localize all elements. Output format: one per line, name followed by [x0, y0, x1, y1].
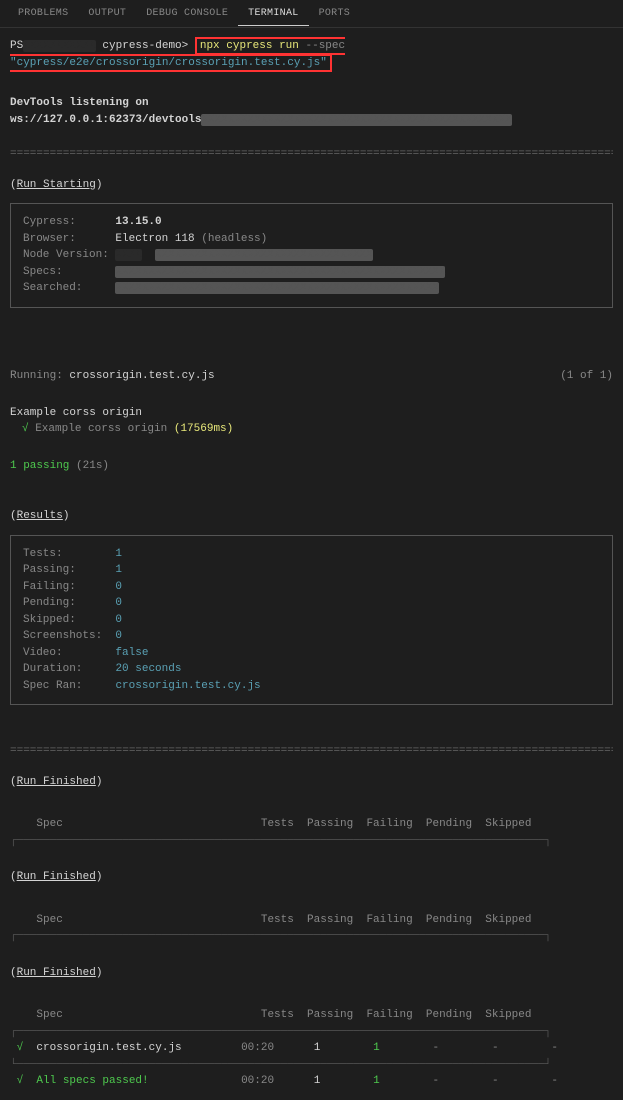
cmd-flag: --spec — [299, 40, 345, 52]
all-time: 00:20 — [241, 1075, 274, 1087]
spec-skipped: - — [551, 1042, 558, 1054]
run-starting-box: Cypress: 13.15.0 Browser: Electron 118 (… — [10, 203, 613, 308]
cmd-npx: npx cypress run — [200, 40, 299, 52]
spec-passing: 1 — [373, 1042, 380, 1054]
summary-border-3a: ┌───────────────────────────────────────… — [10, 1024, 613, 1041]
passing-count: 1 passing — [10, 460, 69, 472]
divider: ========================================… — [10, 146, 613, 163]
res-pending-val: 0 — [115, 597, 122, 609]
searched-label: Searched: — [23, 282, 82, 294]
run-starting-label: Run Starting — [17, 179, 96, 191]
res-video-label: Video: — [23, 647, 63, 659]
cypress-label: Cypress: — [23, 216, 76, 228]
test-result: √ Example corss origin (17569ms) — [10, 421, 613, 438]
res-passing-label: Passing: — [23, 564, 76, 576]
tab-debug-console[interactable]: DEBUG CONSOLE — [136, 2, 238, 25]
divider-2: ========================================… — [10, 743, 613, 760]
res-specran-label: Spec Ran: — [23, 680, 82, 692]
specs-label: Specs: — [23, 266, 63, 278]
suite-title-text: Example corss origin — [10, 407, 142, 419]
running-line: Running: crossorigin.test.cy.js (1 of 1) — [10, 368, 613, 385]
tab-ports[interactable]: PORTS — [309, 2, 361, 25]
res-skipped-val: 0 — [115, 614, 122, 626]
running-count: (1 of 1) — [560, 368, 613, 385]
run-finished-label-3: Run Finished — [17, 967, 96, 979]
tab-problems[interactable]: PROBLEMS — [8, 2, 78, 25]
prompt-prefix: PS — [10, 40, 23, 52]
summary-header-3: Spec Tests Passing Failing Pending Skipp… — [10, 1007, 613, 1024]
spec-failing: - — [433, 1042, 440, 1054]
all-failing: - — [433, 1075, 440, 1087]
spec-tests: 1 — [314, 1042, 321, 1054]
passing-summary: 1 passing (21s) — [10, 458, 613, 475]
suite-title: Example corss origin — [10, 405, 613, 422]
res-tests-label: Tests: — [23, 548, 63, 560]
all-passing: 1 — [373, 1075, 380, 1087]
res-screenshots-val: 0 — [115, 630, 122, 642]
tab-output[interactable]: OUTPUT — [78, 2, 136, 25]
results-header: (Results) — [10, 508, 613, 525]
panel-tabs: PROBLEMS OUTPUT DEBUG CONSOLE TERMINAL P… — [0, 0, 623, 28]
node-label: Node Version: — [23, 249, 109, 261]
browser-mode: (headless) — [201, 233, 267, 245]
spec-pending: - — [492, 1042, 499, 1054]
browser-label: Browser: — [23, 233, 76, 245]
res-video-val: false — [115, 647, 148, 659]
res-pending-label: Pending: — [23, 597, 76, 609]
running-label: Running: — [10, 370, 63, 382]
cypress-version: 13.15.0 — [115, 216, 161, 228]
summary-row-spec: √ crossorigin.test.cy.js 00:20 1 1 - - - — [10, 1040, 613, 1057]
check-icon: √ — [22, 423, 29, 435]
command-line: PSXXXXXXXXXXX cypress-demo> npx cypress … — [10, 38, 613, 71]
check-icon: √ — [17, 1042, 24, 1054]
terminal-content[interactable]: PSXXXXXXXXXXX cypress-demo> npx cypress … — [0, 28, 623, 1100]
summary-header-2: Spec Tests Passing Failing Pending Skipp… — [10, 912, 613, 929]
results-label: Results — [17, 510, 63, 522]
res-tests-val: 1 — [115, 548, 122, 560]
all-passed-text: All specs passed! — [23, 1075, 241, 1087]
run-finished-label-2: Run Finished — [17, 871, 96, 883]
cmd-path: "cypress/e2e/crossorigin/crossorigin.tes… — [10, 57, 327, 69]
run-finished-header-3: (Run Finished) — [10, 965, 613, 982]
prompt-folder: cypress-demo> — [96, 40, 188, 52]
devtools-url: DevTools listening on ws://127.0.0.1:623… — [10, 97, 201, 126]
all-pending: - — [492, 1075, 499, 1087]
res-failing-label: Failing: — [23, 581, 76, 593]
browser-name: Electron 118 — [115, 233, 201, 245]
spec-name: crossorigin.test.cy.js — [23, 1042, 241, 1054]
devtools-line: DevTools listening on ws://127.0.0.1:623… — [10, 95, 613, 128]
check-icon: √ — [17, 1075, 24, 1087]
all-tests: 1 — [314, 1075, 321, 1087]
summary-header-1: Spec Tests Passing Failing Pending Skipp… — [10, 816, 613, 833]
summary-row-all: √ All specs passed! 00:20 1 1 - - - — [10, 1073, 613, 1090]
res-skipped-label: Skipped: — [23, 614, 76, 626]
running-file: crossorigin.test.cy.js — [69, 370, 214, 382]
res-screenshots-label: Screenshots: — [23, 630, 102, 642]
test-name: Example corss origin — [29, 423, 174, 435]
res-passing-val: 1 — [115, 564, 122, 576]
res-duration-val: 20 seconds — [115, 663, 181, 675]
run-finished-header-2: (Run Finished) — [10, 869, 613, 886]
tab-terminal[interactable]: TERMINAL — [238, 2, 308, 26]
res-duration-label: Duration: — [23, 663, 82, 675]
res-failing-val: 0 — [115, 581, 122, 593]
all-skipped: - — [551, 1075, 558, 1087]
summary-border-1: ┌───────────────────────────────────────… — [10, 833, 613, 850]
summary-border-2: ┌───────────────────────────────────────… — [10, 928, 613, 945]
passing-time: (21s) — [69, 460, 109, 472]
summary-border-3b: └───────────────────────────────────────… — [10, 1057, 613, 1074]
run-finished-header-1: (Run Finished) — [10, 774, 613, 791]
run-finished-label-1: Run Finished — [17, 776, 96, 788]
test-duration: (17569ms) — [174, 423, 233, 435]
results-box: Tests: 1 Passing: 1 Failing: 0 Pending: … — [10, 535, 613, 706]
run-starting-header: (Run Starting) — [10, 177, 613, 194]
spec-time: 00:20 — [241, 1042, 274, 1054]
res-specran-val: crossorigin.test.cy.js — [115, 680, 260, 692]
